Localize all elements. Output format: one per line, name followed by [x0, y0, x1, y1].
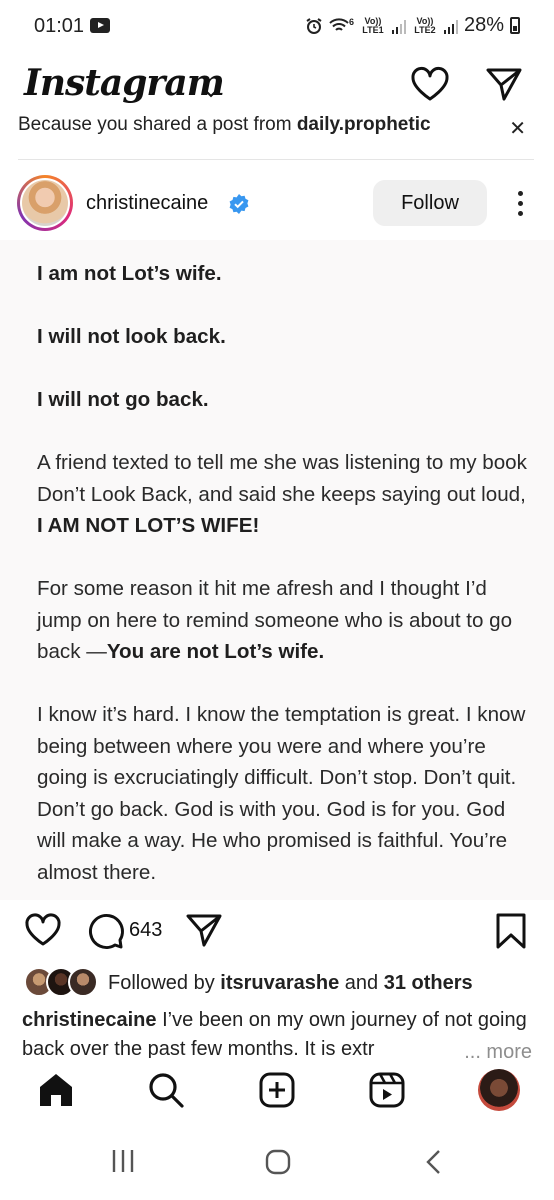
back-icon[interactable]: [422, 1148, 444, 1176]
post-paragraph: I will not look back.: [37, 325, 226, 348]
wifi-icon: 6: [329, 16, 354, 34]
comment-count[interactable]: 643: [129, 919, 162, 942]
alarm-icon: [306, 17, 322, 34]
home-button-icon[interactable]: [264, 1148, 292, 1176]
status-time: 01:01: [34, 15, 85, 37]
reels-icon[interactable]: [367, 1070, 407, 1110]
system-navigation-bar: [0, 1130, 554, 1200]
lte1-label: Vo)) LTE1: [362, 15, 384, 35]
wifi-label: 6: [348, 16, 354, 27]
search-icon[interactable]: [146, 1070, 186, 1110]
heart-icon[interactable]: [410, 66, 450, 102]
post-paragraph: I know it’s hard. I know the temptation …: [37, 703, 526, 884]
signal-1-icon: [391, 18, 406, 34]
send-icon[interactable]: [485, 66, 523, 102]
followed-by-row[interactable]: Followed by itsruvarashe and 31 others: [24, 966, 544, 1002]
youtube-notification-icon: [90, 18, 110, 33]
suggestion-banner: Because you shared a post from daily.pro…: [18, 116, 534, 160]
like-heart-icon[interactable]: [24, 912, 62, 948]
follower-avatars: [24, 967, 100, 997]
app-header: Instagram: [0, 54, 554, 116]
close-icon[interactable]: ✕: [509, 116, 526, 141]
avatar[interactable]: [17, 175, 73, 231]
battery-icon: [510, 17, 520, 34]
follow-button[interactable]: Follow: [373, 180, 487, 226]
post-caption[interactable]: christinecaine I’ve been on my own journ…: [22, 1006, 534, 1058]
profile-avatar[interactable]: [478, 1069, 520, 1111]
followed-by-text: Followed by itsruvarashe and 31 others: [108, 972, 473, 994]
bookmark-icon[interactable]: [495, 912, 527, 950]
post-image[interactable]: I am not Lot’s wife. I will not look back…: [0, 240, 554, 900]
caption-more-link[interactable]: ... more: [456, 1038, 532, 1058]
caption-username[interactable]: christinecaine: [22, 1009, 157, 1031]
create-post-icon[interactable]: [257, 1070, 297, 1110]
verified-badge-icon: [229, 194, 249, 214]
home-icon[interactable]: [36, 1070, 76, 1110]
bottom-nav: [0, 1058, 554, 1122]
suggestion-text: Because you shared a post from daily.pro…: [18, 116, 431, 135]
suggestion-account[interactable]: daily.prophetic: [297, 116, 431, 135]
share-send-icon[interactable]: [185, 912, 223, 948]
post-paragraph: For some reason it hit me afresh and I t…: [37, 577, 513, 663]
post-paragraph: I am not Lot’s wife.: [37, 262, 222, 285]
chevron-down-icon[interactable]: [203, 88, 219, 98]
lte2-label: Vo)) LTE2: [414, 15, 436, 35]
signal-2-icon: [443, 18, 458, 34]
post-username[interactable]: christinecaine: [86, 192, 208, 215]
post-paragraph: A friend texted to tell me she was liste…: [37, 451, 527, 537]
comment-icon[interactable]: [87, 912, 125, 950]
post-paragraph: I will not go back.: [37, 388, 209, 411]
status-indicators: 6 Vo)) LTE1 Vo)) LTE2 28%: [305, 14, 520, 37]
status-bar: 01:01 6 Vo)) LTE1 Vo)) LTE2 28%: [0, 0, 554, 54]
post-actions: 643: [0, 906, 554, 956]
recent-apps-icon[interactable]: [110, 1148, 136, 1174]
post-header: christinecaine Follow: [0, 170, 554, 238]
more-options-icon[interactable]: [508, 188, 532, 218]
instagram-logo[interactable]: Instagram: [24, 62, 225, 104]
battery-percent: 28%: [463, 14, 504, 36]
post-text: I am not Lot’s wife. I will not look back…: [37, 258, 527, 920]
